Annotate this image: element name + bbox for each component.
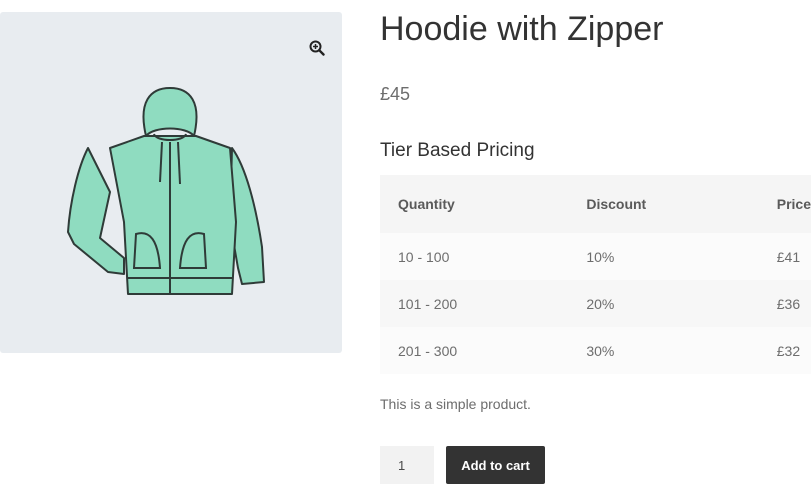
product-price: £45 (380, 84, 411, 104)
column-header-quantity: Quantity (380, 175, 569, 233)
tier-quantity: 201 - 300 (380, 327, 569, 374)
zoom-in-icon[interactable] (305, 36, 329, 60)
table-row: 101 - 200 20% £36 (380, 280, 811, 327)
quantity-input[interactable] (380, 446, 434, 484)
column-header-discount: Discount (568, 175, 759, 233)
tier-quantity: 10 - 100 (380, 233, 569, 280)
product-description: This is a simple product. (380, 396, 531, 412)
table-header-row: Quantity Discount Price (380, 175, 811, 233)
column-header-price: Price (758, 175, 811, 233)
product-gallery (0, 12, 342, 353)
tier-discount: 30% (568, 327, 759, 374)
product-image[interactable] (50, 72, 290, 312)
tier-price: £36 (758, 280, 811, 327)
table-row: 10 - 100 10% £41 (380, 233, 811, 280)
tier-price: £32 (758, 327, 811, 374)
add-to-cart-button[interactable]: Add to cart (446, 446, 545, 484)
tier-pricing-heading: Tier Based Pricing (380, 140, 535, 161)
tier-pricing-table: Quantity Discount Price 10 - 100 10% £41… (380, 175, 811, 374)
table-row: 201 - 300 30% £32 (380, 327, 811, 374)
tier-quantity: 101 - 200 (380, 280, 569, 327)
tier-price: £41 (758, 233, 811, 280)
tier-discount: 10% (568, 233, 759, 280)
product-title: Hoodie with Zipper (380, 10, 664, 48)
tier-discount: 20% (568, 280, 759, 327)
